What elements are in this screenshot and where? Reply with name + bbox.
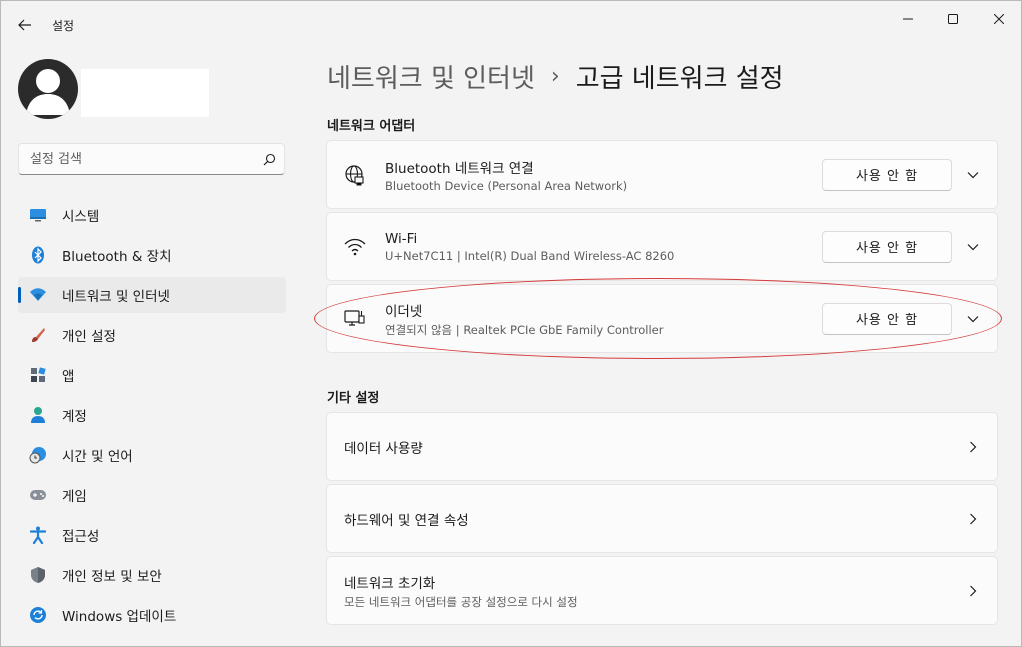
title-bar: 설정 <box>1 1 1021 49</box>
maximize-icon <box>948 9 958 28</box>
sidebar-item-label: 네트워크 및 인터넷 <box>62 289 170 305</box>
sidebar-item-apps[interactable]: 앱 <box>18 357 286 393</box>
sidebar-item-network[interactable]: 네트워크 및 인터넷 <box>18 277 286 313</box>
adapter-text: Bluetooth 네트워크 연결 Bluetooth Device (Pers… <box>385 157 627 193</box>
page-title: 고급 네트워크 설정 <box>575 63 784 94</box>
sidebar-item-label: 접근성 <box>62 529 100 545</box>
ethernet-icon <box>344 308 366 330</box>
sidebar-item-label: 계정 <box>62 409 87 425</box>
adapter-subtitle: U+Net7C11 | Intel(R) Dual Band Wireless-… <box>385 248 675 263</box>
chevron-down-icon[interactable] <box>965 167 981 183</box>
back-button[interactable] <box>11 13 39 37</box>
globe-network-icon <box>344 164 366 186</box>
time-language-icon <box>28 445 48 465</box>
close-button[interactable] <box>976 5 1021 31</box>
system-icon <box>28 205 48 225</box>
link-text: 데이터 사용량 <box>344 437 423 457</box>
disable-button[interactable]: 사용 안 함 <box>822 158 952 191</box>
sidebar-item-label: 게임 <box>62 489 87 505</box>
maximize-button[interactable] <box>930 5 976 31</box>
sidebar-item-label: Windows 업데이트 <box>62 609 177 625</box>
adapter-card-wifi[interactable]: Wi-Fi U+Net7C11 | Intel(R) Dual Band Wir… <box>326 212 998 281</box>
app-title: 설정 <box>52 19 75 33</box>
breadcrumb: 네트워크 및 인터넷 › 고급 네트워크 설정 <box>327 55 784 97</box>
sidebar-nav: 시스템 Bluetooth & 장치 네트워크 및 인터넷 개인 설정 앱 계정… <box>18 197 286 637</box>
close-icon <box>993 9 1005 28</box>
breadcrumb-parent[interactable]: 네트워크 및 인터넷 <box>327 58 535 95</box>
sidebar-item-accounts[interactable]: 계정 <box>18 397 286 433</box>
sidebar-item-personalization[interactable]: 개인 설정 <box>18 317 286 353</box>
section-title-other: 기타 설정 <box>327 391 380 406</box>
gaming-icon <box>28 485 48 505</box>
sidebar-item-label: 시스템 <box>62 209 100 225</box>
sidebar-item-label: 개인 정보 및 보안 <box>62 569 162 585</box>
bluetooth-icon <box>28 245 48 265</box>
link-subtitle: 모든 네트워크 어댑터를 공장 설정으로 다시 설정 <box>344 594 578 609</box>
user-silhouette-icon <box>26 69 70 115</box>
minimize-icon <box>903 9 913 28</box>
chevron-down-icon[interactable] <box>965 239 981 255</box>
link-title: 데이터 사용량 <box>344 440 423 457</box>
link-text: 하드웨어 및 연결 속성 <box>344 509 469 529</box>
breadcrumb-separator: › <box>550 63 560 89</box>
sidebar-item-accessibility[interactable]: 접근성 <box>18 517 286 553</box>
chevron-down-icon[interactable] <box>965 311 981 327</box>
link-title: 네트워크 초기화 <box>344 575 436 592</box>
link-title: 하드웨어 및 연결 속성 <box>344 512 469 529</box>
adapter-card-ethernet[interactable]: 이더넷 연결되지 않음 | Realtek PCIe GbE Family Co… <box>326 284 998 353</box>
wifi-icon <box>344 236 366 258</box>
sidebar-item-label: Bluetooth & 장치 <box>62 249 172 265</box>
network-icon <box>28 285 48 305</box>
adapter-title: Wi-Fi <box>385 230 418 247</box>
adapter-text: 이더넷 연결되지 않음 | Realtek PCIe GbE Family Co… <box>385 300 663 338</box>
sidebar-item-system[interactable]: 시스템 <box>18 197 286 233</box>
sidebar-item-privacy[interactable]: 개인 정보 및 보안 <box>18 557 286 593</box>
sidebar-item-windows-update[interactable]: Windows 업데이트 <box>18 597 286 633</box>
disable-button[interactable]: 사용 안 함 <box>822 230 952 263</box>
sidebar-item-label: 앱 <box>62 369 75 385</box>
adapter-subtitle: Bluetooth Device (Personal Area Network) <box>385 178 628 193</box>
adapter-card-bluetooth[interactable]: Bluetooth 네트워크 연결 Bluetooth Device (Pers… <box>326 140 998 209</box>
update-icon <box>28 605 48 625</box>
search-icon[interactable] <box>254 153 284 166</box>
settings-window: 설정 설정 검색 시스템 Bluetooth & 장치 네트워크 및 인터넷 개… <box>0 0 1022 647</box>
apps-icon <box>28 365 48 385</box>
adapter-title: 이더넷 <box>385 303 423 320</box>
account-icon <box>28 405 48 425</box>
back-arrow-icon <box>18 16 32 35</box>
avatar[interactable] <box>18 59 78 119</box>
sidebar-item-gaming[interactable]: 게임 <box>18 477 286 513</box>
sidebar-item-time-language[interactable]: 시간 및 언어 <box>18 437 286 473</box>
profile-name-redacted <box>81 69 209 117</box>
adapter-text: Wi-Fi U+Net7C11 | Intel(R) Dual Band Wir… <box>385 231 674 263</box>
adapter-subtitle: 연결되지 않음 | Realtek PCIe GbE Family Contro… <box>385 322 664 337</box>
sidebar-item-label: 개인 설정 <box>62 329 116 345</box>
chevron-right-icon <box>965 511 981 527</box>
chevron-right-icon <box>965 439 981 455</box>
link-card-data-usage[interactable]: 데이터 사용량 <box>326 412 998 481</box>
search-input[interactable] <box>19 151 254 167</box>
link-card-network-reset[interactable]: 네트워크 초기화 모든 네트워크 어댑터를 공장 설정으로 다시 설정 <box>326 556 998 625</box>
link-text: 네트워크 초기화 모든 네트워크 어댑터를 공장 설정으로 다시 설정 <box>344 572 578 610</box>
search-box[interactable] <box>18 143 285 175</box>
brush-icon <box>28 325 48 345</box>
sidebar-item-label: 시간 및 언어 <box>62 449 133 465</box>
link-card-hardware-properties[interactable]: 하드웨어 및 연결 속성 <box>326 484 998 553</box>
chevron-right-icon <box>965 583 981 599</box>
disable-button[interactable]: 사용 안 함 <box>822 302 952 335</box>
section-title-adapters: 네트워크 어댑터 <box>327 119 416 134</box>
accessibility-icon <box>28 525 48 545</box>
minimize-button[interactable] <box>885 5 931 31</box>
shield-icon <box>28 565 48 585</box>
sidebar-item-bluetooth[interactable]: Bluetooth & 장치 <box>18 237 286 273</box>
adapter-title: Bluetooth 네트워크 연결 <box>385 160 534 177</box>
